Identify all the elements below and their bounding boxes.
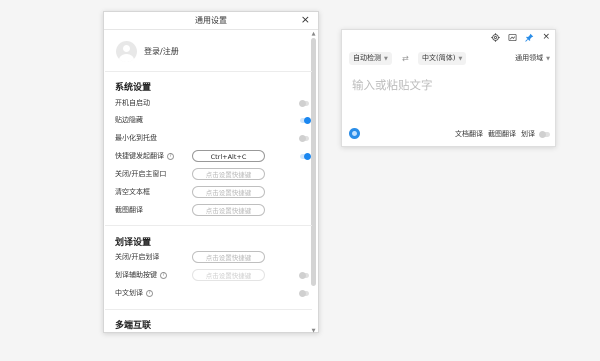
chevron-down-icon: ▼ [458, 56, 463, 62]
section-heading-multi-device: 多端互联 [115, 321, 152, 331]
hotkey-assist-key-field[interactable]: 点击设置快捷键 [192, 269, 265, 281]
setting-row-clear-text: 清空文本框 点击设置快捷键 [115, 186, 311, 198]
setting-label: 贴边隐藏 [115, 116, 143, 124]
setting-row-autostart: 开机自启动 [115, 98, 311, 109]
section-heading-select-translate: 划译设置 [115, 238, 152, 248]
screenshot-translate-button[interactable]: 截图翻译 [488, 129, 516, 140]
minimize-tray-toggle[interactable] [299, 135, 309, 142]
hotkey-select-translate-field[interactable]: 点击设置快捷键 [192, 251, 265, 263]
translator-bottom-bar: 文档翻译 截图翻译 划译 [349, 128, 550, 140]
avatar[interactable] [116, 40, 137, 62]
scrollbar-thumb[interactable] [311, 38, 316, 286]
setting-row-edge-hide: 贴边隐藏 [115, 115, 311, 126]
setting-row-assist-key: 划译辅助按键? 点击设置快捷键 [115, 269, 311, 281]
setting-label: 关闭/开启划译 [115, 253, 160, 261]
settings-titlebar: 通用设置 × [104, 12, 318, 30]
translate-input[interactable]: 输入或粘贴文字 [352, 77, 542, 117]
chevron-down-icon: ▼ [384, 56, 388, 62]
info-icon[interactable]: ? [167, 152, 174, 160]
scroll-down-arrow-icon[interactable]: ▼ [311, 329, 316, 334]
assist-key-toggle[interactable] [299, 272, 309, 279]
settings-title: 通用设置 [195, 16, 227, 25]
setting-row-screenshot-translate: 截图翻译 点击设置快捷键 [115, 204, 311, 216]
settings-scrollbar[interactable]: ▲ ▼ [311, 32, 316, 334]
setting-label: 中文划译? [115, 288, 153, 299]
source-language-select[interactable]: 自动检测 ▼ [349, 52, 392, 65]
info-icon[interactable]: ? [160, 271, 167, 279]
language-bar: 自动检测 ▼ ⇄ 中文(简体) ▼ 通用领域 ▼ [349, 52, 550, 65]
chinese-select-toggle[interactable] [299, 290, 309, 297]
scroll-up-arrow-icon[interactable]: ▲ [311, 32, 316, 37]
select-translate-toggle[interactable] [539, 131, 550, 138]
setting-label: 截图翻译 [115, 206, 143, 214]
info-icon[interactable]: ? [146, 289, 153, 297]
hotkey-translate-field[interactable]: Ctrl+Alt+C [192, 150, 265, 162]
settings-close-button[interactable]: × [301, 14, 310, 26]
login-register-link[interactable]: 登录/注册 [144, 46, 179, 57]
hotkey-main-window-field[interactable]: 点击设置快捷键 [192, 168, 265, 180]
settings-window: 通用设置 × ▲ ▼ 登录/注册 系统设置 开机自启动 贴边隐藏 最小化到托盘 … [103, 11, 319, 334]
hotkey-clear-text-field[interactable]: 点击设置快捷键 [192, 186, 265, 198]
section-heading-system: 系统设置 [115, 83, 152, 93]
setting-label: 清空文本框 [115, 188, 150, 196]
settings-icon[interactable] [491, 33, 501, 42]
domain-select[interactable]: 通用领域 ▼ [515, 52, 550, 66]
divider [105, 309, 312, 310]
app-logo-icon[interactable] [349, 128, 360, 139]
translator-close-button[interactable]: × [542, 33, 550, 42]
doc-translate-button[interactable]: 文档翻译 [455, 129, 483, 140]
hotkey-translate-toggle[interactable] [300, 153, 311, 160]
screenshot-icon[interactable] [508, 33, 517, 42]
divider [105, 71, 312, 72]
translator-window: × 自动检测 ▼ ⇄ 中文(简体) ▼ 通用领域 ▼ 输入或粘贴文字 文档翻译 截图翻… [341, 29, 556, 147]
setting-label: 快捷键发起翻译? [115, 151, 174, 162]
select-translate-label: 划译 [521, 130, 535, 138]
hotkey-screenshot-field[interactable]: 点击设置快捷键 [192, 204, 265, 216]
edge-hide-toggle[interactable] [300, 117, 311, 124]
autostart-toggle[interactable] [299, 100, 309, 107]
setting-row-minimize-tray: 最小化到托盘 [115, 133, 311, 144]
setting-label: 划译辅助按键? [115, 270, 167, 281]
translator-toolbar: × [491, 33, 550, 42]
swap-languages-icon[interactable]: ⇄ [402, 52, 409, 65]
setting-row-hotkey-translate: 快捷键发起翻译? Ctrl+Alt+C [115, 150, 311, 162]
login-area[interactable]: 登录/注册 [116, 39, 179, 63]
translator-actions: 文档翻译 截图翻译 划译 [455, 129, 550, 140]
setting-label: 开机自启动 [115, 99, 150, 107]
setting-label: 最小化到托盘 [115, 134, 157, 142]
setting-label: 关闭/开启主窗口 [115, 170, 167, 178]
setting-row-toggle-select-translate: 关闭/开启划译 点击设置快捷键 [115, 251, 311, 263]
chevron-down-icon: ▼ [546, 56, 550, 62]
setting-row-chinese-select: 中文划译? [115, 288, 311, 299]
divider [105, 225, 312, 226]
setting-row-toggle-main-window: 关闭/开启主窗口 点击设置快捷键 [115, 168, 311, 180]
pin-icon[interactable] [525, 33, 534, 42]
target-language-select[interactable]: 中文(简体) ▼ [418, 52, 467, 65]
